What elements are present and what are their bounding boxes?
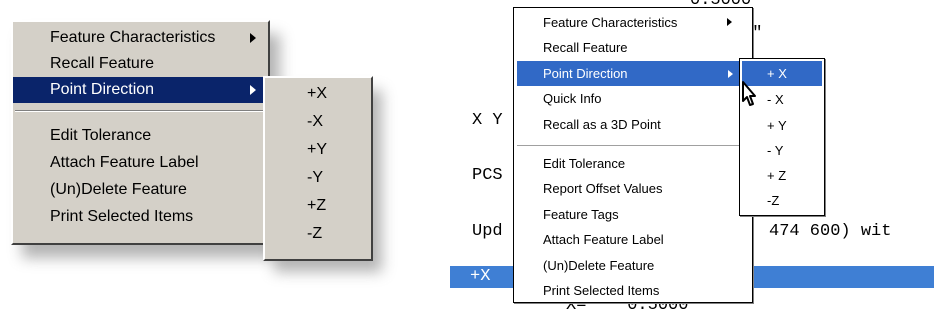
submenu-item-minus-x[interactable]: -X xyxy=(265,109,371,135)
menu-item-label: Report Offset Values xyxy=(543,181,663,196)
menu-item-label: Recall Feature xyxy=(50,55,155,72)
context-menu-xp: Feature Characteristics Recall Feature P… xyxy=(513,7,753,303)
doc-text-upd: Upd xyxy=(472,222,503,241)
menu-item-label: Quick Info xyxy=(543,91,602,106)
menu-item-label: Edit Tolerance xyxy=(50,127,152,144)
menu-item-feature-characteristics[interactable]: Feature Characteristics xyxy=(514,10,752,35)
menu-item-point-direction[interactable]: Point Direction xyxy=(517,61,749,86)
menu-item-print-selected-items[interactable]: Print Selected Items xyxy=(514,278,752,303)
menu-item-label: Feature Tags xyxy=(543,207,619,222)
submenu-arrow-icon xyxy=(250,85,256,95)
menu-item-edit-tolerance[interactable]: Edit Tolerance xyxy=(514,151,752,176)
menu-item-label: Feature Characteristics xyxy=(543,15,678,30)
menu-item-recall-feature[interactable]: Recall Feature xyxy=(514,35,752,60)
submenu-item-minus-y[interactable]: - Y xyxy=(740,138,824,163)
menu-item-recall-feature[interactable]: Recall Feature xyxy=(13,51,268,77)
doc-text-xy: X Y xyxy=(472,111,503,130)
submenu-point-direction-classic: +X -X +Y -Y +Z -Z xyxy=(263,76,373,261)
submenu-item-plus-y[interactable]: +Y xyxy=(265,137,371,163)
mouse-pointer-icon xyxy=(742,81,756,106)
menu-item-undelete-feature[interactable]: (Un)Delete Feature xyxy=(514,253,752,278)
menu-item-attach-feature-label[interactable]: Attach Feature Label xyxy=(514,227,752,252)
menu-item-label: Recall Feature xyxy=(543,40,628,55)
menu-item-point-direction[interactable]: Point Direction xyxy=(13,77,268,103)
menu-item-label: Edit Tolerance xyxy=(543,156,626,171)
menu-item-recall-3d-point[interactable]: Recall as a 3D Point xyxy=(514,112,752,137)
submenu-item-minus-z[interactable]: -Z xyxy=(740,188,824,213)
menu-item-undelete-feature[interactable]: (Un)Delete Feature xyxy=(13,177,268,203)
menu-item-edit-tolerance[interactable]: Edit Tolerance xyxy=(13,123,268,149)
context-menu-classic: Feature Characteristics Recall Feature P… xyxy=(11,20,270,245)
submenu-item-plus-y[interactable]: + Y xyxy=(740,113,824,138)
submenu-arrow-icon xyxy=(728,70,733,78)
menu-item-feature-characteristics[interactable]: Feature Characteristics xyxy=(13,25,268,51)
selected-row-label: +X xyxy=(470,267,491,286)
menu-separator xyxy=(517,145,749,147)
menu-item-print-selected-items[interactable]: Print Selected Items xyxy=(13,204,268,230)
menu-item-label: (Un)Delete Feature xyxy=(50,181,187,198)
doc-text-upd-tail: 474 600) wit xyxy=(769,222,892,241)
submenu-item-minus-y[interactable]: -Y xyxy=(265,165,371,191)
submenu-item-minus-z[interactable]: -Z xyxy=(265,221,371,247)
menu-item-label: Feature Characteristics xyxy=(50,29,216,46)
doc-text-pcs: PCS xyxy=(472,166,503,185)
submenu-item-plus-z[interactable]: +Z xyxy=(265,193,371,219)
menu-item-label: Attach Feature Label xyxy=(50,154,199,171)
menu-item-label: Point Direction xyxy=(50,81,155,98)
menu-item-quick-info[interactable]: Quick Info xyxy=(514,86,752,111)
menu-item-label: Recall as a 3D Point xyxy=(543,117,661,132)
menu-item-label: Attach Feature Label xyxy=(543,232,664,247)
submenu-item-plus-z[interactable]: + Z xyxy=(740,163,824,188)
menu-item-label: (Un)Delete Feature xyxy=(543,258,655,273)
submenu-arrow-icon xyxy=(727,18,732,26)
menu-separator xyxy=(15,110,266,112)
submenu-item-plus-x[interactable]: +X xyxy=(265,81,371,107)
menu-item-label: Point Direction xyxy=(543,66,628,81)
menu-item-label: Print Selected Items xyxy=(543,283,660,298)
menu-item-feature-tags[interactable]: Feature Tags xyxy=(514,202,752,227)
menu-item-label: Print Selected Items xyxy=(50,208,194,225)
submenu-arrow-icon xyxy=(250,33,256,43)
menu-item-report-offset-values[interactable]: Report Offset Values xyxy=(514,176,752,201)
menu-item-attach-feature-label[interactable]: Attach Feature Label xyxy=(13,150,268,176)
